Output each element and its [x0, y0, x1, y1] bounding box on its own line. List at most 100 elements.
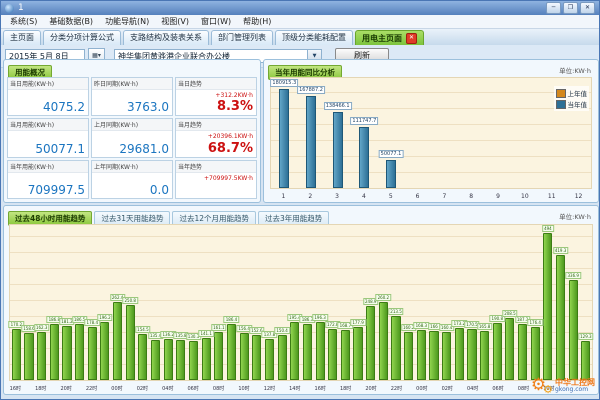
x-tick-label: 18时	[339, 385, 352, 392]
bar[interactable]	[278, 335, 287, 380]
stat-card-label: 当年用能(KW·h)	[8, 161, 88, 173]
minimize-icon[interactable]: ─	[546, 2, 561, 14]
bar[interactable]	[333, 112, 343, 188]
x-tick-label: 4	[350, 193, 377, 200]
chart-legend: 上年值当年值	[554, 86, 590, 111]
bar-slot: 161.1	[213, 225, 226, 380]
bar-slot: 170.2	[10, 225, 23, 380]
bar-slot: 130.3	[187, 225, 200, 380]
legend-label: 上年值	[568, 88, 588, 98]
bar[interactable]	[556, 255, 565, 380]
bar-slot: 158.6	[23, 225, 36, 380]
document-tab[interactable]: 主页面	[3, 30, 41, 45]
document-tab[interactable]: 顶级分类能耗配置	[275, 30, 353, 45]
bar[interactable]	[126, 305, 135, 380]
overview-panel: 用能概况 当日用能(KW·h)4075.2昨日同期(KW·h)3763.0当日趋…	[3, 59, 261, 203]
x-tick-label: 06时	[492, 385, 505, 392]
bar[interactable]	[151, 340, 160, 380]
bar[interactable]	[543, 233, 552, 380]
bar[interactable]	[113, 302, 122, 380]
bar[interactable]	[581, 341, 590, 380]
bar[interactable]	[341, 330, 350, 380]
document-tab[interactable]: 分类分项计算公式	[43, 30, 121, 45]
bar[interactable]	[353, 327, 362, 380]
x-tick-label: 12	[565, 193, 592, 200]
x-tick-label: 02时	[136, 385, 149, 392]
bar[interactable]	[429, 331, 438, 380]
stat-card-value: 3763.0	[92, 90, 172, 115]
hourly-chart-plot: 170.2158.6162.3186.8181.2186.5178.4196.2…	[9, 224, 593, 381]
watermark: ⚙ ⚙ 中华工控网 gkong.com	[531, 376, 595, 395]
menu-item[interactable]: 系统(S)	[4, 16, 43, 27]
bar[interactable]	[240, 333, 249, 380]
unit-label: 单位:KW·h	[559, 211, 591, 221]
stat-card: 上月同期(KW·h)29681.0	[91, 118, 173, 157]
bar[interactable]	[265, 339, 274, 380]
bar[interactable]	[386, 160, 396, 188]
bar[interactable]	[279, 89, 289, 189]
legend-entry: 上年值	[556, 88, 588, 98]
bar-slot: 156.4	[238, 225, 251, 380]
bar[interactable]	[391, 316, 400, 380]
bar[interactable]	[214, 332, 223, 380]
bar[interactable]	[505, 318, 514, 380]
bar[interactable]	[359, 127, 369, 188]
bar[interactable]	[531, 327, 540, 380]
bar[interactable]	[480, 331, 489, 380]
document-tab[interactable]: 部门管理列表	[211, 30, 273, 45]
x-tick-label: 9	[485, 193, 512, 200]
maximize-icon[interactable]: ❐	[563, 2, 578, 14]
bar-value-label: 186.4	[224, 316, 239, 323]
bar[interactable]	[442, 332, 451, 380]
bar[interactable]	[366, 306, 375, 380]
x-tick-label	[479, 385, 492, 392]
bar[interactable]	[290, 322, 299, 380]
menu-item[interactable]: 帮助(H)	[237, 16, 277, 27]
bar[interactable]	[176, 340, 185, 380]
bar[interactable]	[50, 324, 59, 380]
bar[interactable]	[24, 333, 33, 380]
x-tick-label: 5	[377, 193, 404, 200]
bar[interactable]	[164, 339, 173, 380]
bar-slot: 166	[428, 225, 441, 380]
bar[interactable]	[138, 334, 147, 380]
bar[interactable]	[379, 302, 388, 380]
document-tab[interactable]: 用电主页面✕	[355, 30, 424, 45]
bar[interactable]	[316, 322, 325, 381]
document-tab[interactable]: 支路结构及装表关系	[123, 30, 209, 45]
bar[interactable]	[518, 324, 527, 380]
bar-value-label: 129.3	[578, 333, 593, 340]
x-tick-label	[149, 385, 162, 392]
bar[interactable]	[417, 330, 426, 380]
bar-slot: 336.9	[567, 225, 580, 380]
x-tick-label: 02时	[441, 385, 454, 392]
bar[interactable]	[303, 324, 312, 380]
close-icon[interactable]: ✕	[580, 2, 595, 14]
menu-item[interactable]: 功能导航(N)	[99, 16, 155, 27]
bar[interactable]	[227, 324, 236, 380]
bar[interactable]	[306, 96, 316, 188]
stat-card-label: 当年趋势	[176, 161, 256, 173]
bar[interactable]	[62, 326, 71, 380]
x-tick-label	[276, 385, 289, 392]
bar[interactable]	[202, 338, 211, 380]
bar[interactable]	[100, 322, 109, 380]
tab-close-icon[interactable]: ✕	[406, 33, 417, 44]
menu-item[interactable]: 视图(V)	[155, 16, 195, 27]
bar[interactable]	[569, 280, 578, 380]
bar[interactable]	[189, 341, 198, 380]
bar-slot: 135.8	[175, 225, 188, 380]
bar[interactable]	[12, 329, 21, 380]
bar[interactable]	[252, 335, 261, 380]
menu-item[interactable]: 基础数据(B)	[43, 16, 99, 27]
menu-item[interactable]: 窗口(W)	[195, 16, 237, 27]
bar[interactable]	[467, 329, 476, 380]
bar[interactable]	[37, 332, 46, 380]
bar[interactable]	[328, 329, 337, 381]
bar[interactable]	[493, 323, 502, 380]
bar[interactable]	[404, 332, 413, 380]
bar-slot: 181.2	[61, 225, 74, 380]
bar[interactable]	[88, 327, 97, 380]
bar[interactable]	[455, 328, 464, 380]
bar[interactable]	[75, 324, 84, 380]
